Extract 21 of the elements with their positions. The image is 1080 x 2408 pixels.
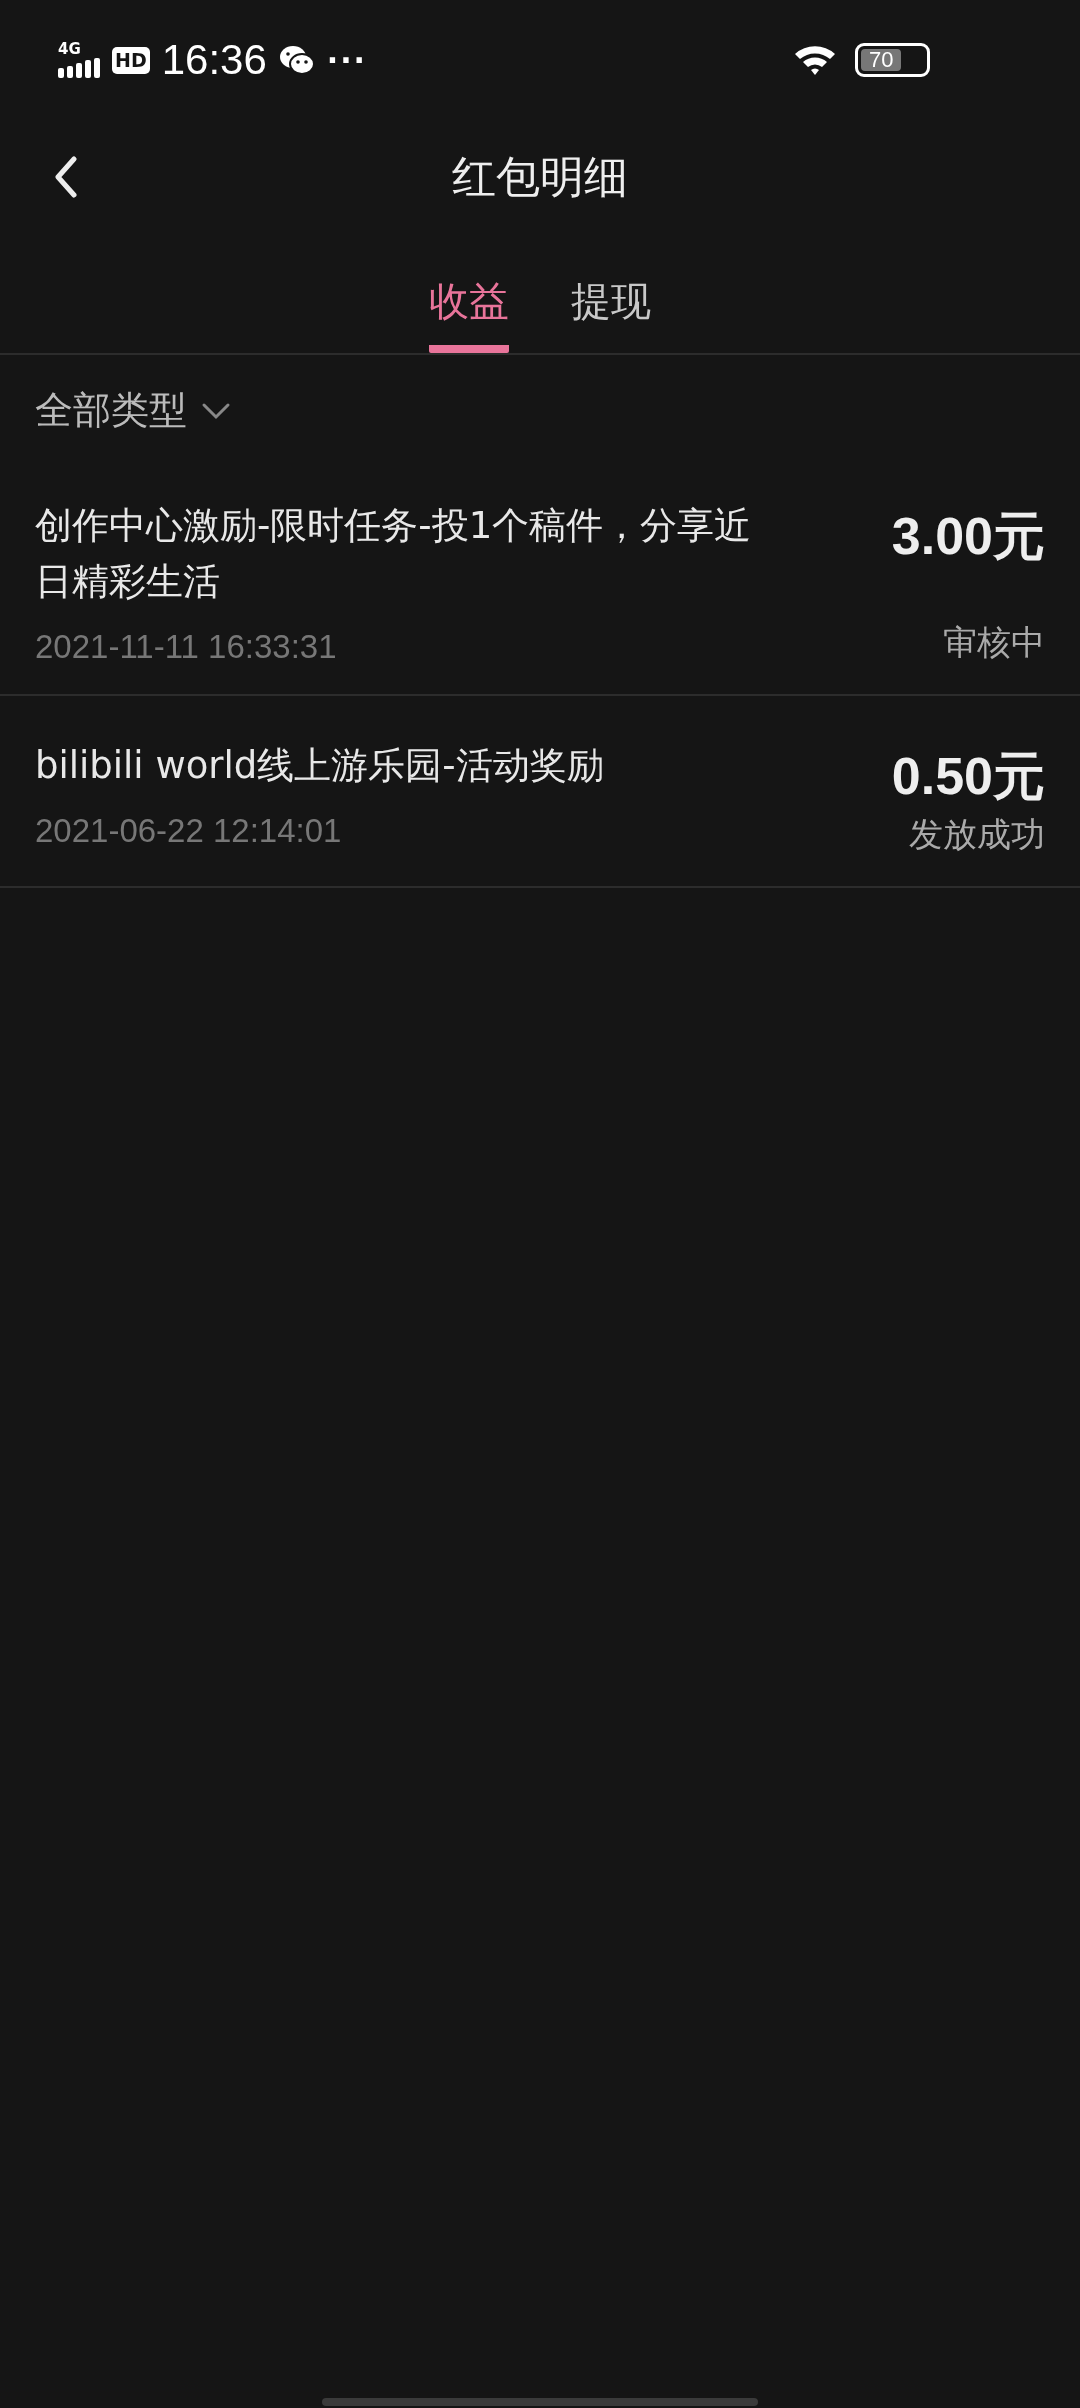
- record-amount: 3.00元: [891, 506, 1045, 567]
- tab[interactable]: 提现: [571, 235, 651, 353]
- page-title: 红包明细: [452, 150, 628, 204]
- chevron-down-icon: [201, 401, 231, 420]
- chat-icon: [278, 44, 315, 76]
- record-amount: 0.50元: [891, 746, 1045, 807]
- network-label: 4G: [58, 42, 81, 57]
- record-time: 2021-06-22 12:14:01: [35, 812, 343, 850]
- battery-icon: 70: [855, 43, 930, 77]
- record-status: 审核中: [943, 621, 1045, 664]
- clock: 16:36: [161, 36, 267, 84]
- tab[interactable]: 收益: [429, 235, 509, 353]
- type-filter[interactable]: 全部类型: [35, 385, 231, 436]
- more-notifications: ···: [326, 42, 367, 78]
- record-status: 发放成功: [909, 813, 1045, 856]
- signal-icon: [58, 58, 100, 78]
- hd-badge: HD: [112, 46, 150, 74]
- record-title: bilibili world线上游乐园-活动奖励: [35, 743, 605, 789]
- record-title: 创作中心激励-限时任务-投1个稿件，分享近日精彩生活: [35, 503, 753, 605]
- record-time: 2021-11-11 16:33:31: [35, 628, 338, 666]
- back-icon[interactable]: [54, 156, 78, 198]
